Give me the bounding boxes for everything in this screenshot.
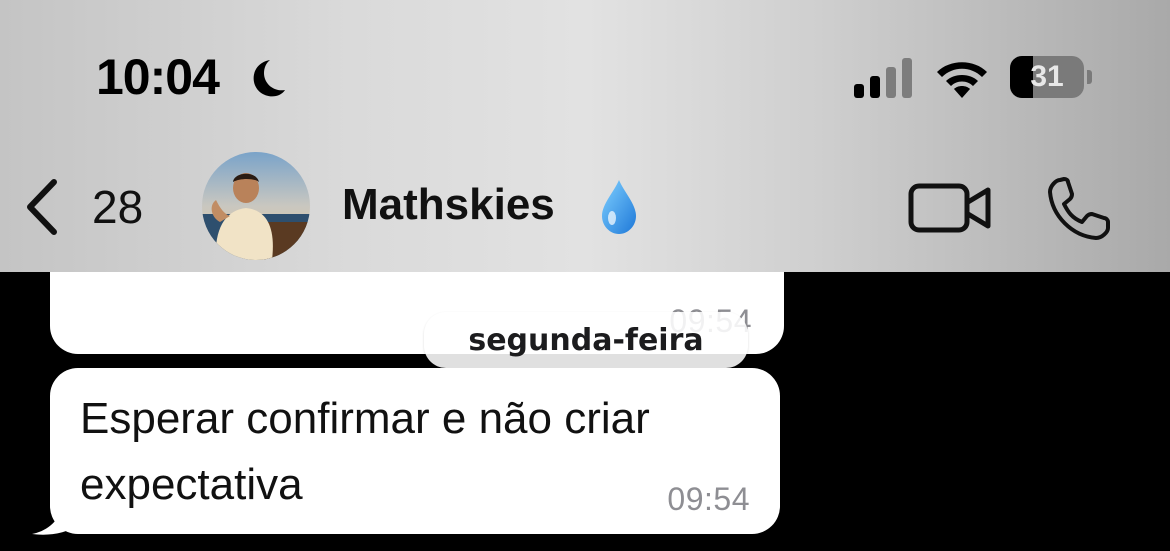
unread-count: 28 (92, 181, 144, 233)
message-timestamp: 09:54 (667, 481, 750, 517)
battery-indicator: 31 (1010, 56, 1092, 98)
status-time: 10:04 (96, 49, 220, 105)
avatar[interactable] (202, 152, 310, 260)
avatar-photo (202, 152, 310, 260)
cellular-signal-icon (854, 58, 912, 98)
wifi-icon (937, 62, 987, 98)
message-text: Esperar confirmar e não criar expectativ… (80, 394, 650, 509)
bubble-tail (32, 488, 80, 535)
video-camera-icon[interactable] (908, 182, 992, 234)
back-button[interactable]: 28 (20, 174, 143, 240)
chevron-left-icon (27, 179, 57, 235)
status-bar: 10:04 31 (0, 0, 1170, 150)
message-bubble[interactable]: Esperar confirmar e não criar expectativ… (50, 368, 780, 534)
contact-name[interactable]: Mathskies (342, 180, 555, 230)
day-separator: segunda-feira (424, 312, 748, 368)
moon-icon (253, 60, 285, 97)
chat-header: 10:04 31 28 Mathskies (0, 0, 1170, 272)
battery-tip (1087, 70, 1092, 84)
navigation-bar: 28 Mathskies (0, 150, 1170, 272)
battery-body: 31 (1010, 56, 1084, 98)
battery-level: 31 (1030, 60, 1064, 93)
chat-screen: 09:54 segunda-feira Esperar confirmar e … (0, 0, 1170, 551)
droplet-icon (602, 180, 636, 234)
phone-icon[interactable] (1046, 176, 1112, 242)
